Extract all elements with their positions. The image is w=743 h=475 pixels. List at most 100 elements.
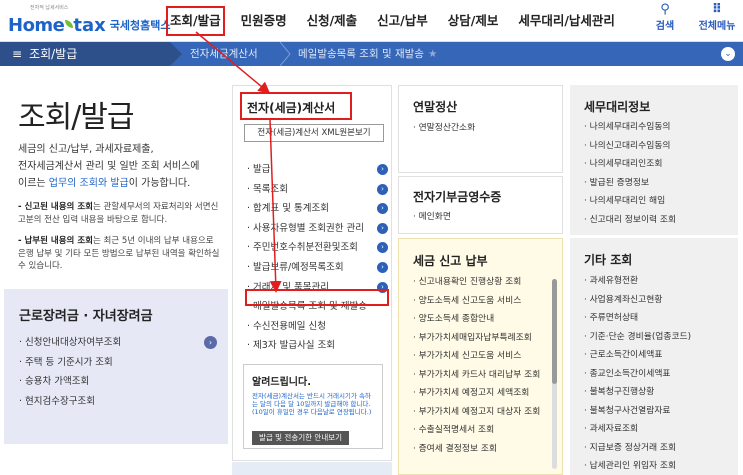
gnb-filing-payment[interactable]: 신고/납부 <box>367 0 438 42</box>
scrollbar[interactable] <box>552 279 557 469</box>
list-item[interactable]: · 주류면허상태 <box>584 309 691 328</box>
list-item[interactable]: · 종교인소득간이세액표 <box>584 365 691 384</box>
list-item[interactable]: · 나의세무대리인 해임 <box>584 192 676 211</box>
list-item[interactable]: · 발급된 증명정보 <box>584 174 676 193</box>
list-item[interactable]: · 양도소득세 종합안내 <box>413 310 540 329</box>
search-label: 검색 <box>655 21 675 32</box>
go-arrow-icon[interactable]: › <box>377 183 388 195</box>
search-icon: ⚲ <box>660 2 670 17</box>
menu-item-label: · 목록조회 <box>247 183 288 195</box>
list-item[interactable]: · 수출실적명세서 조회 <box>413 421 540 440</box>
list-item[interactable]: · 나의세무대리인조회 <box>584 155 676 174</box>
list-item[interactable]: · 신청안내대상자여부조회 <box>19 333 121 353</box>
list-item[interactable]: · 불복청구진행상황 <box>584 383 691 402</box>
other-inquiry-panel: 기타 조회 · 과세유형전환 · 사업용계좌신고현황 · 주류면허상태 · 기준… <box>570 238 738 475</box>
gnb-tax-agent[interactable]: 세무대리/납세관리 <box>508 0 625 42</box>
list-item[interactable]: · 부가가치세 예정고지 대상자 조회 <box>413 403 540 422</box>
menu-item-list-inquiry[interactable]: · 목록조회 › <box>247 180 392 200</box>
go-arrow-icon[interactable]: › <box>204 336 217 349</box>
go-arrow-icon[interactable]: › <box>377 222 388 234</box>
go-arrow-icon[interactable]: › <box>377 164 388 175</box>
list-item[interactable]: · 근로소득간이세액표 <box>584 346 691 365</box>
etax-invoice-title: 전자(세금)계산서 <box>247 101 336 115</box>
next-panel-edge <box>232 462 392 475</box>
gnb-inquiry-issue[interactable]: 조회/발급 <box>160 0 231 42</box>
gnb-consult-report[interactable]: 상담/제보 <box>438 0 509 42</box>
menu-item-permission[interactable]: · 사용자유형별 조회권한 관리 › <box>247 219 392 239</box>
list-item[interactable]: · 부가가치세 예정고지 세액조회 <box>413 384 540 403</box>
notice-title: 알려드립니다. <box>252 377 311 388</box>
breadcrumb-menu[interactable]: ≡ 조회/발급 <box>0 42 170 66</box>
etax-invoice-panel: 전자(세금)계산서 전자(세금)계산서 XML원본보기 · 발급 › · 목록조회… <box>232 85 392 461</box>
notice-text: 전자(세금)계산서는 반드시 거래시기가 속하는 달의 다음 달 10일까지 발… <box>252 392 372 416</box>
other-inquiry-list: · 과세유형전환 · 사업용계좌신고현황 · 주류면허상태 · 기준·단순 경비… <box>584 272 691 475</box>
go-arrow-icon[interactable]: › <box>377 203 388 215</box>
breadcrumb-level3[interactable]: 메일발송목록 조회 및 재발송 ★ <box>298 42 437 66</box>
incentive-list: · 신청안내대상자여부조회 · 주택 등 기준시가 조회 · 승용차 가액조회 … <box>19 333 121 411</box>
list-item[interactable]: · 주택 등 기준시가 조회 <box>19 353 121 373</box>
all-menu-button[interactable]: ⠿ 전체메뉴 <box>697 3 737 33</box>
list-item[interactable]: · 신고내용확인 진행상황 조회 <box>413 273 540 292</box>
list-item[interactable]: · 증여세 결정정보 조회 <box>413 440 540 459</box>
chevron-down-icon[interactable]: ⌄ <box>721 47 735 61</box>
menu-item-receive-mail[interactable]: · 수신전용메일 신청 <box>247 317 392 337</box>
list-item[interactable]: · 메인화면 <box>413 208 451 227</box>
list-item[interactable]: · 나의세무대리수임동의 <box>584 118 676 137</box>
scrollbar-thumb[interactable] <box>552 279 557 384</box>
list-item[interactable]: · 기준·단순 경비율(업종코드) <box>584 328 691 347</box>
list-item[interactable]: · 양도소득세 신고도움 서비스 <box>413 292 540 311</box>
menu-item-summary-stats[interactable]: · 합계표 및 통계조회 › <box>247 199 392 219</box>
menu-item-label: · 주민번호수취분전환및조회 <box>247 242 358 254</box>
menu-item-third-party[interactable]: · 제3자 발급사실 조회 <box>247 336 392 356</box>
logo-home-text: Home <box>8 15 65 36</box>
list-item[interactable]: · 부가가치세 신고도움 서비스 <box>413 347 540 366</box>
incentive-box-title: 근로장려금 · 자녀장려금 <box>19 309 153 324</box>
payment-note: - 납부된 내용의 조회는 최근 5년 이내의 납부 내용으로 은행 납부 및 … <box>18 235 223 273</box>
search-button[interactable]: ⚲ 검색 <box>645 2 685 33</box>
menu-item-rrn-convert[interactable]: · 주민번호수취분전환및조회 › <box>247 238 392 258</box>
menu-item-label: · 제3자 발급사실 조회 <box>247 340 336 352</box>
gnb-application[interactable]: 신청/제출 <box>297 0 368 42</box>
list-item[interactable]: · 과세유형전환 <box>584 272 691 291</box>
deadline-guide-button[interactable]: 발급 및 전송기한 안내보기 <box>252 431 349 445</box>
list-item[interactable]: · 현지검수장구조회 <box>19 392 121 412</box>
gnb-certificates[interactable]: 민원증명 <box>231 0 297 42</box>
intro-line-2: 전자세금계산서 관리 및 일반 조회 서비스에 <box>18 161 200 172</box>
list-item[interactable]: · 승용차 가액조회 <box>19 372 121 392</box>
list-item[interactable]: · 연말정산간소화 <box>413 119 475 138</box>
hometax-logo[interactable]: 전자적 납세서비스 Home tax 국세청홈택스 <box>8 5 171 36</box>
tax-filing-list: · 신고내용확인 진행상황 조회 · 양도소득세 신고도움 서비스 · 양도소득… <box>413 273 540 458</box>
donation-receipt-title: 전자기부금영수증 <box>413 190 502 204</box>
filing-note: - 신고된 내용의 조회는 관할세무서의 자료처리와 서면신고분의 전산 입력 … <box>18 201 223 226</box>
menu-item-issue[interactable]: · 발급 › <box>247 160 392 180</box>
list-item[interactable]: · 납세관리인 위임자 조회 <box>584 457 691 475</box>
list-item[interactable]: · 지급보증 정상거래 조회 <box>584 439 691 458</box>
all-menu-label: 전체메뉴 <box>698 21 736 32</box>
menu-item-label: · 사용자유형별 조회권한 관리 <box>247 222 364 234</box>
donation-receipt-panel: 전자기부금영수증 · 메인화면 <box>398 176 563 234</box>
list-item[interactable]: · 사업용계좌신고현황 <box>584 291 691 310</box>
list-item[interactable]: · 과세자료조회 <box>584 420 691 439</box>
logo-tax-text: tax <box>73 15 106 36</box>
list-item[interactable]: · 불복청구사건열람자료 <box>584 402 691 421</box>
list-item[interactable]: · 신고대리 정보이력 조회 <box>584 211 676 230</box>
menu-item-label: · 발급보류/예정목록조회 <box>247 261 344 273</box>
list-item[interactable]: · 부가가치세매입자납부특례조회 <box>413 329 540 348</box>
other-inquiry-title: 기타 조회 <box>584 253 633 267</box>
breadcrumb-level1: 조회/발급 <box>29 47 78 61</box>
intro-link[interactable]: 업무의 조회와 발급 <box>49 178 129 189</box>
list-item[interactable]: · 부가가치세 카드사 대리납부 조회 <box>413 366 540 385</box>
menu-item-label: · 합계표 및 통계조회 <box>247 203 329 215</box>
go-arrow-icon[interactable]: › <box>377 242 388 254</box>
menu-item-pending[interactable]: · 발급보류/예정목록조회 › <box>247 258 392 278</box>
tax-filing-panel: 세금 신고 납부 · 신고내용확인 진행상황 조회 · 양도소득세 신고도움 서… <box>398 238 563 475</box>
xml-viewer-button[interactable]: 전자(세금)계산서 XML원본보기 <box>244 124 384 142</box>
tax-agent-list: · 나의세무대리수임동의 · 나의신고대리수임동의 · 나의세무대리인조회 · … <box>584 118 676 229</box>
breadcrumb-level2[interactable]: 전자세금계산서 <box>190 42 258 66</box>
list-item[interactable]: · 나의신고대리수임동의 <box>584 137 676 156</box>
favorite-star-icon[interactable]: ★ <box>428 48 437 60</box>
intro-suffix: 이 가능합니다. <box>128 178 191 189</box>
leaf-icon <box>65 20 74 28</box>
year-end-list: · 연말정산간소화 <box>413 119 475 138</box>
go-arrow-icon[interactable]: › <box>377 261 388 273</box>
